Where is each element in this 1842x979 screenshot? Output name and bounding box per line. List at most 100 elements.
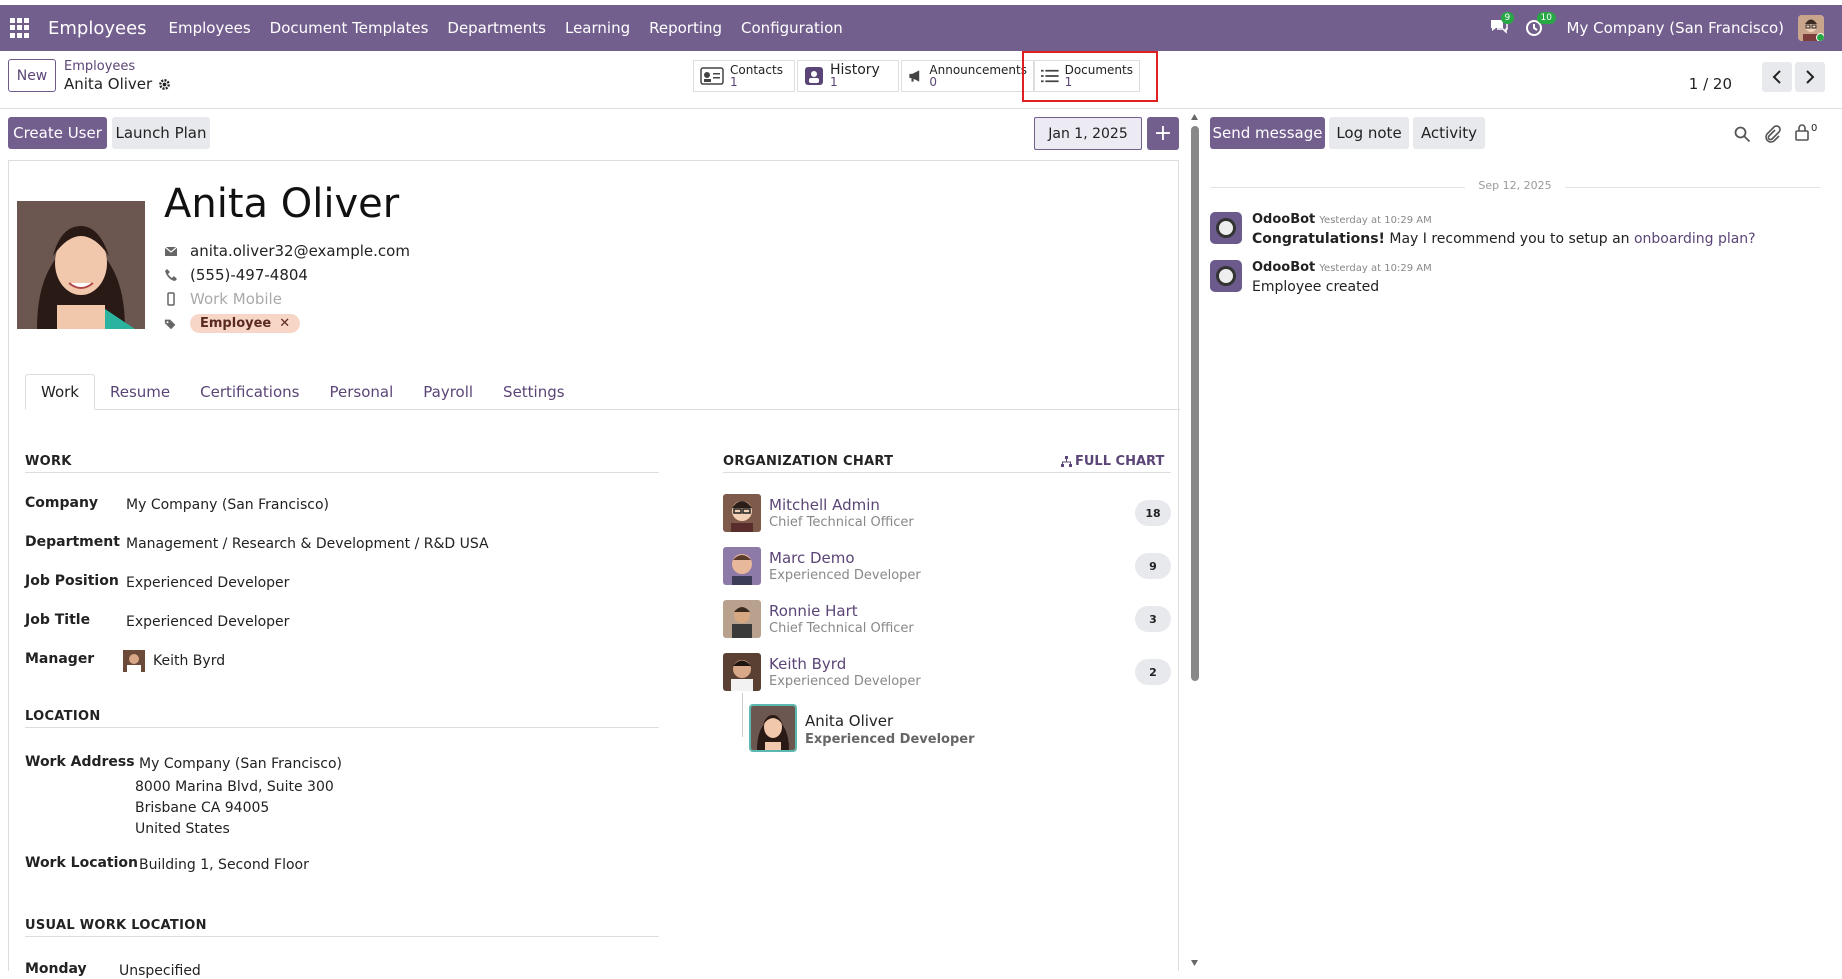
department-label: Department xyxy=(25,534,120,550)
org-chart-name[interactable]: Marc Demo xyxy=(769,549,855,567)
message-text: Employee created xyxy=(1252,279,1380,295)
tab-personal[interactable]: Personal xyxy=(314,374,408,410)
user-avatar[interactable] xyxy=(1798,15,1824,41)
new-button[interactable]: New xyxy=(8,59,56,92)
chevron-left-icon xyxy=(1772,70,1781,84)
subordinates-count-badge[interactable]: 3 xyxy=(1135,606,1171,632)
followers-button[interactable]: 0 xyxy=(1794,123,1817,141)
announcements-smart-button[interactable]: Announcements 0 xyxy=(901,60,1034,92)
history-smart-button[interactable]: History 1 xyxy=(797,60,899,92)
breadcrumb-current-label: Anita Oliver xyxy=(64,75,153,93)
message-time: Yesterday at 10:29 AM xyxy=(1319,215,1432,226)
gear-icon[interactable] xyxy=(158,78,171,91)
lock-icon xyxy=(1795,124,1809,141)
avatar xyxy=(723,600,761,638)
scroll-up-icon[interactable] xyxy=(1190,113,1199,121)
employee-name[interactable]: Anita Oliver xyxy=(164,181,399,227)
add-button[interactable]: + xyxy=(1147,117,1179,150)
tab-settings[interactable]: Settings xyxy=(488,374,580,410)
log-note-button[interactable]: Log note xyxy=(1329,117,1409,149)
employee-tag[interactable]: Employee ✕ xyxy=(190,314,301,333)
manager-name: Keith Byrd xyxy=(153,653,226,669)
history-icon xyxy=(805,67,823,85)
breadcrumb-parent[interactable]: Employees xyxy=(64,59,135,74)
close-icon[interactable]: ✕ xyxy=(279,316,290,331)
menu-departments[interactable]: Departments xyxy=(447,19,546,37)
job-title-label: Job Title xyxy=(25,612,91,628)
tab-work[interactable]: Work xyxy=(25,374,95,410)
org-chart-name[interactable]: Ronnie Hart xyxy=(769,602,858,620)
work-location-field[interactable]: Building 1, Second Floor xyxy=(139,857,309,873)
pager-previous-button[interactable] xyxy=(1762,62,1792,92)
sitemap-icon xyxy=(1061,455,1072,467)
avatar xyxy=(723,547,761,585)
message-time: Yesterday at 10:29 AM xyxy=(1319,263,1432,274)
paperclip-icon[interactable] xyxy=(1763,125,1781,143)
create-user-button[interactable]: Create User xyxy=(8,117,107,149)
employee-tag-label: Employee xyxy=(200,316,272,331)
monday-field[interactable]: Unspecified xyxy=(119,963,201,979)
work-address-label: Work Address xyxy=(25,754,135,770)
menu-document-templates[interactable]: Document Templates xyxy=(270,19,429,37)
launch-plan-button[interactable]: Launch Plan xyxy=(112,117,210,149)
company-field[interactable]: My Company (San Francisco) xyxy=(126,497,329,513)
employee-photo[interactable] xyxy=(17,201,145,329)
menu-learning[interactable]: Learning xyxy=(565,19,630,37)
org-chart-current-job: Experienced Developer xyxy=(805,732,975,747)
message-text: May I recommend you to setup an xyxy=(1384,231,1634,247)
tab-payroll[interactable]: Payroll xyxy=(408,374,488,410)
org-chart-row[interactable]: Keith Byrd Experienced Developer 2 xyxy=(723,653,1171,697)
odoobot-avatar xyxy=(1210,260,1242,292)
mobile-row: Work Mobile xyxy=(164,290,282,308)
employee-form-sheet: Anita Oliver anita.oliver32@example.com … xyxy=(8,160,1180,979)
org-chart-name[interactable]: Mitchell Admin xyxy=(769,496,880,514)
subordinates-count-badge[interactable]: 9 xyxy=(1135,553,1171,579)
org-chart-row[interactable]: Marc Demo Experienced Developer 9 xyxy=(723,547,1171,591)
search-icon[interactable] xyxy=(1733,125,1751,143)
breadcrumb-current: Anita Oliver xyxy=(64,75,171,93)
work-address-field[interactable]: My Company (San Francisco) xyxy=(139,756,342,772)
activity-button[interactable]: Activity xyxy=(1413,117,1485,149)
phone-field[interactable]: (555)-497-4804 xyxy=(190,266,308,284)
subordinates-count-badge[interactable]: 2 xyxy=(1135,659,1171,685)
message-author: OdooBot xyxy=(1252,212,1316,227)
avatar xyxy=(723,494,761,532)
pager-value[interactable]: 1 / 20 xyxy=(1689,75,1732,93)
address-line-city: Brisbane CA 94005 xyxy=(135,800,270,816)
tab-resume[interactable]: Resume xyxy=(95,374,185,410)
contacts-smart-button[interactable]: Contacts 1 xyxy=(693,60,795,92)
avatar xyxy=(723,653,761,691)
menu-configuration[interactable]: Configuration xyxy=(741,19,843,37)
contact-card-icon xyxy=(700,67,724,85)
message-author: OdooBot xyxy=(1252,260,1316,275)
full-chart-link[interactable]: FULL CHART xyxy=(1061,454,1164,469)
job-title-field[interactable]: Experienced Developer xyxy=(126,614,289,630)
activities-icon[interactable]: 10 xyxy=(1525,12,1556,38)
location-section-title: LOCATION xyxy=(25,709,659,728)
subordinates-count-badge[interactable]: 18 xyxy=(1135,500,1171,526)
company-switcher[interactable]: My Company (San Francisco) xyxy=(1567,19,1784,37)
scrollbar-thumb[interactable] xyxy=(1191,126,1199,681)
department-field[interactable]: Management / Research & Development / R&… xyxy=(126,536,489,552)
org-chart-name[interactable]: Keith Byrd xyxy=(769,655,846,673)
messages-icon[interactable]: 9 xyxy=(1489,12,1515,38)
date-button[interactable]: Jan 1, 2025 xyxy=(1034,117,1142,150)
onboarding-plan-link[interactable]: onboarding plan? xyxy=(1634,231,1756,247)
app-brand[interactable]: Employees xyxy=(48,18,147,39)
manager-field[interactable]: Keith Byrd xyxy=(123,650,225,672)
pager-next-button[interactable] xyxy=(1795,62,1825,92)
job-position-field[interactable]: Experienced Developer xyxy=(126,575,289,591)
menu-employees[interactable]: Employees xyxy=(169,19,251,37)
form-scrollbar[interactable] xyxy=(1190,113,1199,971)
announcements-label: Announcements xyxy=(929,63,1027,77)
scroll-down-icon[interactable] xyxy=(1190,959,1199,967)
menu-reporting[interactable]: Reporting xyxy=(649,19,722,37)
org-chart-row[interactable]: Ronnie Hart Chief Technical Officer 3 xyxy=(723,600,1171,644)
send-message-button[interactable]: Send message xyxy=(1210,117,1325,149)
org-chart-row[interactable]: Mitchell Admin Chief Technical Officer 1… xyxy=(723,494,1171,538)
org-chart-current-employee: Anita Oliver Experienced Developer xyxy=(749,704,1049,752)
work-mobile-field[interactable]: Work Mobile xyxy=(190,290,282,308)
tab-certifications[interactable]: Certifications xyxy=(185,374,314,410)
email-field[interactable]: anita.oliver32@example.com xyxy=(190,242,410,260)
apps-menu-icon[interactable] xyxy=(10,18,30,38)
